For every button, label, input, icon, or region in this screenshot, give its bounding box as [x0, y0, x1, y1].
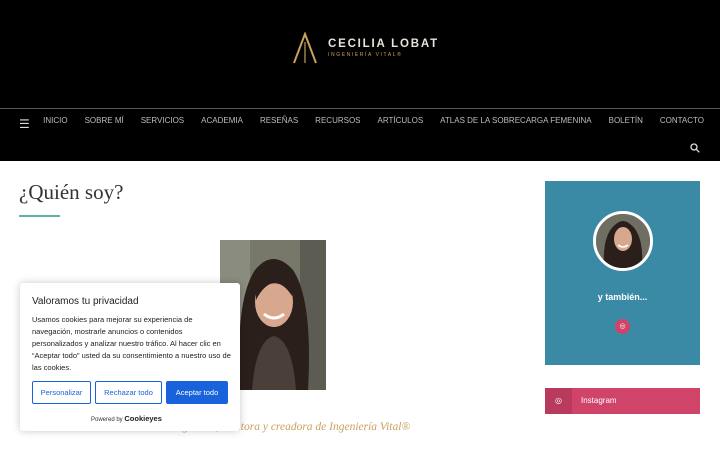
- cookieyes-logo: Cookieyes: [124, 414, 162, 423]
- avatar: [593, 211, 653, 271]
- sidebar-about-widget: y también... ◎: [545, 181, 700, 365]
- instagram-icon[interactable]: ◎: [615, 319, 630, 334]
- powered-by-text: Powered by: [91, 417, 123, 423]
- accept-all-button[interactable]: Aceptar todo: [166, 381, 228, 404]
- search-icon[interactable]: [690, 143, 700, 153]
- nav-item-boletin[interactable]: BOLETÍN: [609, 116, 643, 125]
- page-title: ¿Quién soy?: [19, 180, 124, 204]
- site-header: CECILIA LOBAT INGENIERÍA VITAL®: [0, 0, 720, 108]
- brand-tagline: INGENIERÍA VITAL®: [328, 52, 403, 58]
- nav-item-recursos[interactable]: RECURSOS: [315, 116, 360, 125]
- cookie-consent-banner: Valoramos tu privacidad Usamos cookies p…: [20, 283, 240, 431]
- nav-item-articulos[interactable]: ARTÍCULOS: [378, 116, 424, 125]
- nav-item-servicios[interactable]: SERVICIOS: [141, 116, 184, 125]
- nav-item-resenas[interactable]: RESEÑAS: [260, 116, 298, 125]
- site-logo[interactable]: CECILIA LOBAT INGENIERÍA VITAL®: [292, 31, 439, 65]
- nav-item-sobre-mi[interactable]: SOBRE MÍ: [85, 116, 124, 125]
- customize-button[interactable]: Personalizar: [32, 381, 91, 404]
- logo-a-mark-icon: [293, 32, 317, 64]
- main-nav: ☰ INICIO SOBRE MÍ SERVICIOS ACADEMIA RES…: [0, 109, 720, 161]
- instagram-link[interactable]: ◎ Instagram: [545, 388, 700, 414]
- instagram-icon: ◎: [545, 388, 572, 414]
- instagram-label: Instagram: [581, 396, 617, 405]
- nav-items: INICIO SOBRE MÍ SERVICIOS ACADEMIA RESEÑ…: [26, 116, 704, 125]
- cookie-title: Valoramos tu privacidad: [32, 296, 139, 307]
- sidebar-heading: y también...: [597, 292, 648, 302]
- avatar-image: [596, 214, 650, 268]
- nav-item-inicio[interactable]: INICIO: [43, 116, 67, 125]
- reject-all-button[interactable]: Rechazar todo: [95, 381, 162, 404]
- title-underline: [19, 215, 60, 217]
- nav-item-atlas[interactable]: ATLAS DE LA SOBRECARGA FEMENINA: [440, 116, 591, 125]
- cookie-description: Usamos cookies para mejorar su experienc…: [32, 315, 231, 372]
- nav-item-contacto[interactable]: CONTACTO: [660, 116, 704, 125]
- brand-name: CECILIA LOBAT: [328, 38, 439, 50]
- nav-item-academia[interactable]: ACADEMIA: [201, 116, 243, 125]
- powered-by: Powered by Cookieyes: [91, 414, 162, 423]
